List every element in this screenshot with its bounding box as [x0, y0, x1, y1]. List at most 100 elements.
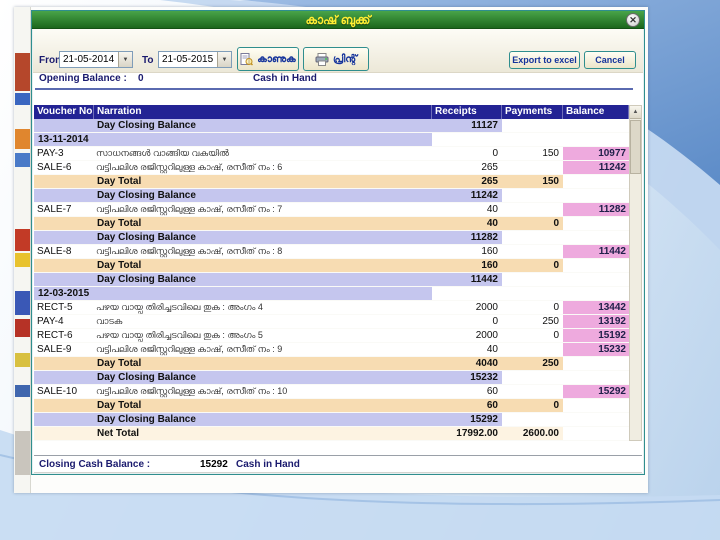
cell-balance: 15292: [563, 385, 629, 398]
print-button[interactable]: പ്രിന്റ്: [303, 47, 369, 71]
table-row[interactable]: Day Closing Balance 15232: [34, 371, 629, 385]
scrollbar-up-button[interactable]: ▲: [630, 106, 641, 119]
cell-receipts: 40: [486, 344, 498, 355]
net-total-label: Net Total: [34, 427, 432, 440]
cell-narration: വട്ടിപലിശ രജിസ്റ്ററിലുള്ള കാഷ്, രസീത് നം…: [96, 386, 288, 396]
cell-receipts: 160: [432, 259, 502, 272]
table-row[interactable]: SALE-7 വട്ടിപലിശ രജിസ്റ്ററിലുള്ള കാഷ്, രസ…: [34, 203, 629, 217]
table-row[interactable]: SALE-10 വട്ടിപലിശ രജിസ്റ്ററിലുള്ള കാഷ്, ര…: [34, 385, 629, 399]
day-total-label: Day Total: [34, 399, 432, 412]
cell-receipts: 265: [481, 162, 498, 173]
from-date-value: 21-05-2014: [63, 54, 115, 65]
cell-narration: വട്ടിപലിശ രജിസ്റ്ററിലുള്ള കാഷ്, രസീത് നം…: [96, 162, 283, 172]
view-document-icon: [240, 52, 254, 66]
scrollbar-thumb[interactable]: [630, 120, 641, 174]
cell-payments: 0: [502, 217, 563, 230]
cell-payments: [502, 133, 563, 146]
opening-balance-label: Opening Balance :: [39, 73, 127, 84]
cell-receipts: 11242: [432, 189, 502, 202]
view-button[interactable]: കാണുക: [237, 47, 299, 71]
cell-balance: [563, 175, 629, 188]
window-titlebar[interactable]: കാഷ് ബുക്ക് ✕: [32, 11, 644, 29]
cell-voucher: SALE-8: [37, 246, 72, 257]
header-balance: Balance: [563, 105, 629, 119]
day-total-label: Day Total: [34, 175, 432, 188]
cell-payments: [502, 189, 563, 202]
table-row[interactable]: Day Closing Balance 15292: [34, 413, 629, 427]
cell-receipts: 15292: [432, 413, 502, 426]
closing-balance-row-label: Day Closing Balance: [34, 119, 432, 132]
cell-receipts: 265: [432, 175, 502, 188]
cell-payments: 150: [502, 175, 563, 188]
cell-receipts: 17992.00: [432, 427, 502, 440]
cell-balance: 11242: [563, 161, 629, 174]
cell-balance: [563, 357, 629, 370]
date-label: 12-03-2015: [34, 287, 432, 300]
closing-balance-row-label: Day Closing Balance: [34, 273, 432, 286]
cell-payments: [502, 385, 563, 398]
table-row[interactable]: SALE-9 വട്ടിപലിശ രജിസ്റ്ററിലുള്ള കാഷ്, രസ…: [34, 343, 629, 357]
table-row[interactable]: Day Total 160 0: [34, 259, 629, 273]
cell-receipts: 0: [492, 316, 498, 327]
table-row[interactable]: Day Closing Balance 11127: [34, 119, 629, 133]
desktop-icon-fragment: [15, 385, 30, 397]
cell-voucher: SALE-10: [37, 386, 78, 397]
cell-payments: 2600.00: [502, 427, 563, 440]
table-row[interactable]: Day Closing Balance 11242: [34, 189, 629, 203]
screenshot-region: കാഷ് ബുക്ക് ✕ From 21-05-2014 ▼ To 21-05…: [14, 7, 648, 493]
cell-balance: 15232: [563, 343, 629, 356]
close-button[interactable]: ✕: [626, 13, 640, 27]
table-row[interactable]: SALE-8 വട്ടിപലിശ രജിസ്റ്ററിലുള്ള കാഷ്, രസ…: [34, 245, 629, 259]
table-row[interactable]: 13-11-2014: [34, 133, 629, 147]
close-icon: ✕: [629, 15, 637, 25]
cell-payments: [502, 287, 563, 300]
cell-receipts: 2000: [475, 302, 498, 313]
desktop-icon-fragment: [15, 153, 30, 167]
cell-payments: 250: [542, 316, 559, 327]
table-row[interactable]: Day Total 40 0: [34, 217, 629, 231]
cell-balance: [563, 119, 629, 132]
cell-balance: [563, 259, 629, 272]
table-row[interactable]: Day Closing Balance 11282: [34, 231, 629, 245]
chevron-down-icon[interactable]: ▼: [217, 52, 231, 67]
table-row[interactable]: Day Total 60 0: [34, 399, 629, 413]
cell-receipts: 60: [486, 386, 498, 397]
cancel-button[interactable]: Cancel: [584, 51, 636, 69]
header-payments: Payments: [502, 105, 563, 119]
cell-payments: 0: [502, 259, 563, 272]
table-row[interactable]: RECT-6 പഴയ വായ്പ തിരിച്ചടവിലെ തുക : അംഗം …: [34, 329, 629, 343]
cell-payments: 0: [553, 330, 559, 341]
desktop-icon-fragment: [15, 93, 30, 105]
desktop-icon-fragment: [15, 291, 30, 315]
chevron-down-icon[interactable]: ▼: [118, 52, 132, 67]
to-date-select[interactable]: 21-05-2015 ▼: [158, 51, 232, 68]
cell-receipts: 0: [492, 148, 498, 159]
table-scrollbar[interactable]: ▲: [629, 105, 642, 441]
from-date-select[interactable]: 21-05-2014 ▼: [59, 51, 133, 68]
table-row[interactable]: Day Total 4040 250: [34, 357, 629, 371]
table-row[interactable]: PAY-3 സാധനങ്ങൾ വാങ്ങിയ വകയിൽ 0 150 10977: [34, 147, 629, 161]
cell-narration: വട്ടിപലിശ രജിസ്റ്ററിലുള്ള കാഷ്, രസീത് നം…: [96, 204, 283, 214]
cell-balance: [563, 427, 629, 440]
table-row[interactable]: Day Closing Balance 11442: [34, 273, 629, 287]
table-row[interactable]: SALE-6 വട്ടിപലിശ രജിസ്റ്ററിലുള്ള കാഷ്, രസ…: [34, 161, 629, 175]
cashbook-window: കാഷ് ബുക്ക് ✕ From 21-05-2014 ▼ To 21-05…: [31, 10, 645, 475]
cell-voucher: SALE-9: [37, 344, 72, 355]
cell-receipts: 11442: [432, 273, 502, 286]
export-to-excel-button[interactable]: Export to excel: [509, 51, 580, 69]
cell-receipts: 160: [481, 246, 498, 257]
export-button-label: Export to excel: [512, 55, 577, 65]
cell-payments: [502, 203, 563, 216]
cash-in-hand-footer: Cash in Hand: [236, 459, 300, 470]
table-row[interactable]: 12-03-2015: [34, 287, 629, 301]
desktop-icon-fragment: [15, 253, 30, 267]
cell-narration: പഴയ വായ്പ തിരിച്ചടവിലെ തുക : അംഗം 5: [96, 330, 263, 340]
table-row[interactable]: RECT-5 പഴയ വായ്പ തിരിച്ചടവിലെ തുക : അംഗം …: [34, 301, 629, 315]
day-total-label: Day Total: [34, 357, 432, 370]
closing-balance-value: 15292: [200, 459, 228, 470]
cell-balance: [563, 231, 629, 244]
desktop-icon-fragment: [15, 431, 30, 475]
table-row[interactable]: PAY-4 വാടക 0 250 13192: [34, 315, 629, 329]
table-row[interactable]: Net Total 17992.00 2600.00: [34, 427, 629, 441]
table-row[interactable]: Day Total 265 150: [34, 175, 629, 189]
